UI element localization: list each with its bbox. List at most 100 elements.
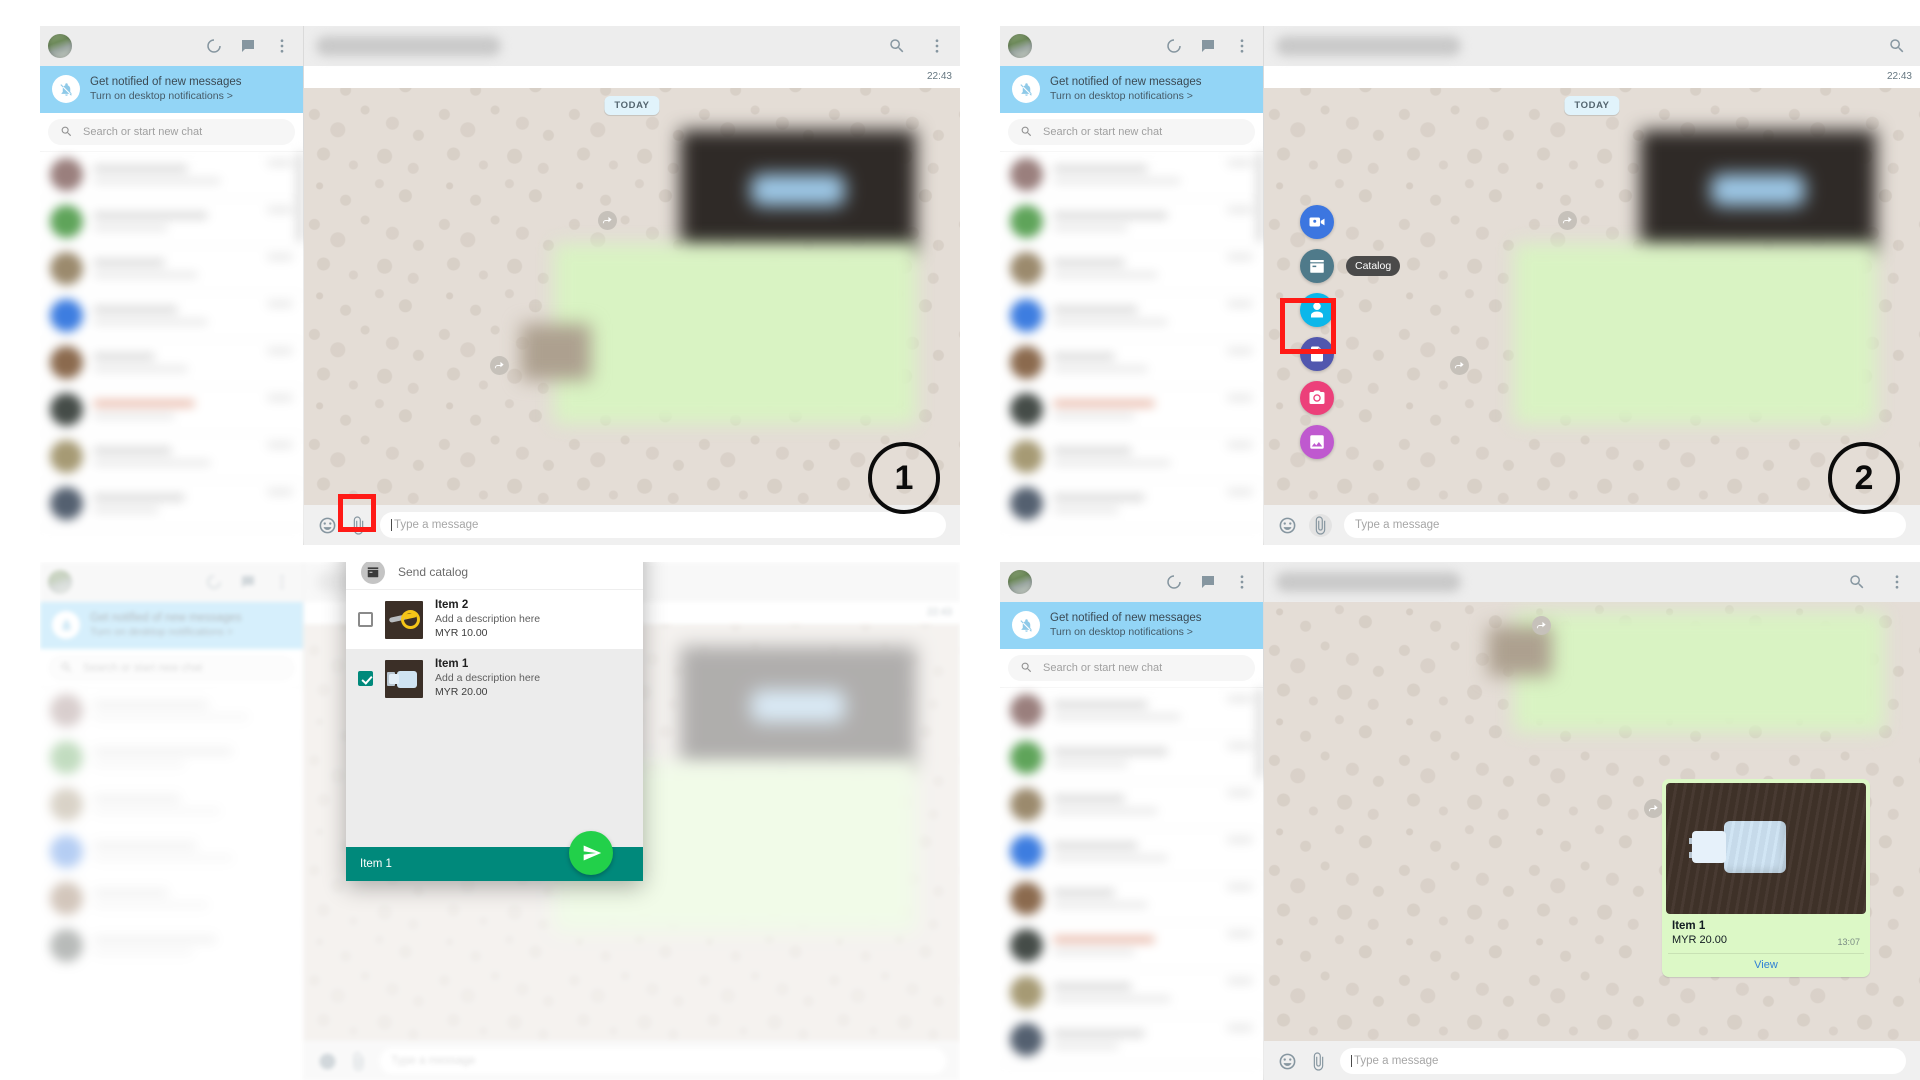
message-input[interactable]: Type a message	[1344, 512, 1906, 538]
message-bubble-text[interactable]	[1514, 612, 1884, 732]
avatar[interactable]	[1008, 570, 1032, 594]
menu-overflow-icon[interactable]	[1233, 573, 1251, 591]
emoji-icon[interactable]	[1278, 516, 1297, 535]
message-bubble-text[interactable]	[554, 244, 916, 424]
product-checkbox[interactable]	[358, 671, 373, 687]
attach-clip-icon[interactable]	[1309, 1051, 1328, 1071]
catalog-icon[interactable]	[1300, 249, 1334, 283]
product-message-card[interactable]: Item 1 MYR 20.00 13:07 View	[1662, 779, 1870, 977]
list-item[interactable]	[1000, 246, 1263, 293]
chat-list[interactable]	[1000, 687, 1263, 1080]
new-chat-icon[interactable]	[1199, 37, 1217, 55]
list-item[interactable]	[1000, 387, 1263, 434]
forward-icon[interactable]	[1450, 356, 1469, 375]
photos-icon[interactable]	[1300, 425, 1334, 459]
notification-title: Get notified of new messages	[1050, 612, 1202, 624]
product-image[interactable]	[1666, 783, 1866, 914]
forward-icon[interactable]	[490, 356, 509, 375]
list-item[interactable]	[40, 152, 303, 199]
attachment-menu-item-contact[interactable]	[1300, 293, 1334, 327]
menu-overflow-icon[interactable]	[1233, 37, 1251, 55]
forward-icon[interactable]	[1644, 799, 1663, 818]
list-item[interactable]	[1000, 970, 1263, 1017]
new-chat-icon[interactable]	[239, 37, 257, 55]
desktop-notification-banner[interactable]: Get notified of new messages Turn on des…	[1000, 602, 1263, 649]
list-item[interactable]	[1000, 876, 1263, 923]
list-item[interactable]	[1000, 829, 1263, 876]
status-ring-icon[interactable]	[1165, 37, 1183, 55]
list-item[interactable]	[40, 293, 303, 340]
message-bubble-image[interactable]	[680, 130, 916, 252]
message-input[interactable]: Type a message	[1340, 1048, 1906, 1074]
chat-list-scrollbar[interactable]	[297, 151, 302, 242]
view-product-button[interactable]: View	[1666, 954, 1866, 977]
menu-overflow-icon[interactable]	[1888, 573, 1906, 591]
forward-icon[interactable]	[1558, 211, 1577, 230]
search-placeholder: Search or start new chat	[1043, 125, 1163, 138]
emoji-icon[interactable]	[1278, 1052, 1297, 1071]
status-ring-icon[interactable]	[1165, 573, 1183, 591]
list-item[interactable]	[1000, 199, 1263, 246]
camera-icon[interactable]	[1300, 381, 1334, 415]
product-row-item-2[interactable]: Item 2 Add a description here MYR 10.00	[346, 590, 643, 650]
list-item[interactable]	[1000, 782, 1263, 829]
menu-overflow-icon[interactable]	[928, 37, 946, 55]
message-bubble-thumb[interactable]	[521, 324, 591, 380]
list-item[interactable]	[1000, 1017, 1263, 1064]
search-icon[interactable]	[888, 37, 906, 55]
list-item[interactable]	[1000, 340, 1263, 387]
desktop-notification-banner[interactable]: Get notified of new messages Turn on des…	[1000, 66, 1263, 113]
product-row-item-1[interactable]: Item 1 Add a description here MYR 20.00	[346, 649, 643, 709]
search-icon[interactable]	[1848, 573, 1866, 591]
new-chat-icon[interactable]	[1199, 573, 1217, 591]
attachment-menu-item-camera[interactable]	[1300, 381, 1334, 415]
list-item[interactable]	[40, 481, 303, 528]
chat-list-scrollbar[interactable]	[1257, 687, 1262, 778]
attachment-menu-item-catalog[interactable]: Catalog	[1300, 249, 1401, 283]
search-input[interactable]: Search or start new chat	[48, 118, 295, 145]
product-price: MYR 20.00	[1672, 934, 1728, 946]
emoji-icon[interactable]	[318, 516, 337, 535]
avatar[interactable]	[1008, 34, 1032, 58]
list-item[interactable]	[1000, 434, 1263, 481]
contact-icon[interactable]	[1300, 293, 1334, 327]
message-bubble-image[interactable]	[1640, 130, 1876, 252]
desktop-notification-banner[interactable]: Get notified of new messages Turn on des…	[40, 66, 303, 113]
product-checkbox[interactable]	[358, 612, 373, 628]
status-ring-icon[interactable]	[205, 37, 223, 55]
attach-clip-icon[interactable]	[349, 515, 368, 535]
attach-clip-icon[interactable]	[1309, 513, 1332, 537]
chat-list-scrollbar[interactable]	[1257, 151, 1262, 242]
list-item[interactable]	[1000, 735, 1263, 782]
attachment-menu-item-room[interactable]	[1300, 205, 1334, 239]
list-item[interactable]	[1000, 481, 1263, 528]
document-icon[interactable]	[1300, 337, 1334, 371]
send-button[interactable]	[569, 831, 613, 875]
list-item[interactable]	[40, 387, 303, 434]
attachment-menu-item-photos[interactable]	[1300, 425, 1334, 459]
product-name: Item 2	[435, 599, 469, 611]
forward-icon[interactable]	[598, 211, 617, 230]
attachment-menu-item-document[interactable]	[1300, 337, 1334, 371]
menu-overflow-icon[interactable]	[273, 37, 291, 55]
list-item[interactable]	[1000, 293, 1263, 340]
search-input[interactable]: Search or start new chat	[1008, 654, 1255, 681]
list-item[interactable]	[40, 340, 303, 387]
chat-list[interactable]	[1000, 151, 1263, 545]
list-item[interactable]	[1000, 923, 1263, 970]
message-bubble-text[interactable]	[1514, 244, 1876, 424]
list-item[interactable]	[1000, 688, 1263, 735]
send-catalog-row[interactable]: Send catalog	[346, 562, 643, 590]
search-input[interactable]: Search or start new chat	[1008, 118, 1255, 145]
list-item[interactable]	[1000, 152, 1263, 199]
avatar[interactable]	[48, 34, 72, 58]
message-input[interactable]: Type a message	[380, 512, 946, 538]
forward-icon[interactable]	[1532, 616, 1551, 635]
list-item[interactable]	[40, 199, 303, 246]
chat-list[interactable]	[40, 151, 303, 545]
list-item[interactable]	[40, 246, 303, 293]
search-icon[interactable]	[1888, 37, 1906, 55]
list-item[interactable]	[40, 434, 303, 481]
room-video-icon[interactable]	[1300, 205, 1334, 239]
product-description: Add a description here	[435, 672, 541, 685]
